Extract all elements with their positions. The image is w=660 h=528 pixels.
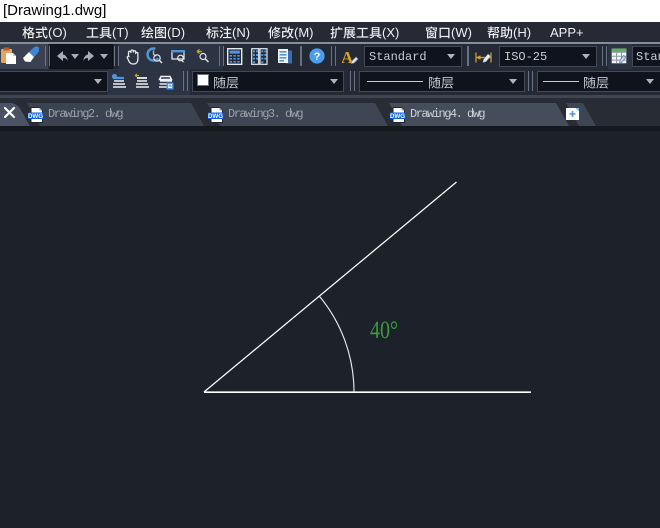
svg-text:DWG: DWG [208,112,223,119]
svg-text:40°: 40° [370,316,398,344]
svg-text:DWG: DWG [390,112,405,119]
svg-text:?: ? [314,51,321,63]
svg-text:DWG: DWG [28,112,43,119]
